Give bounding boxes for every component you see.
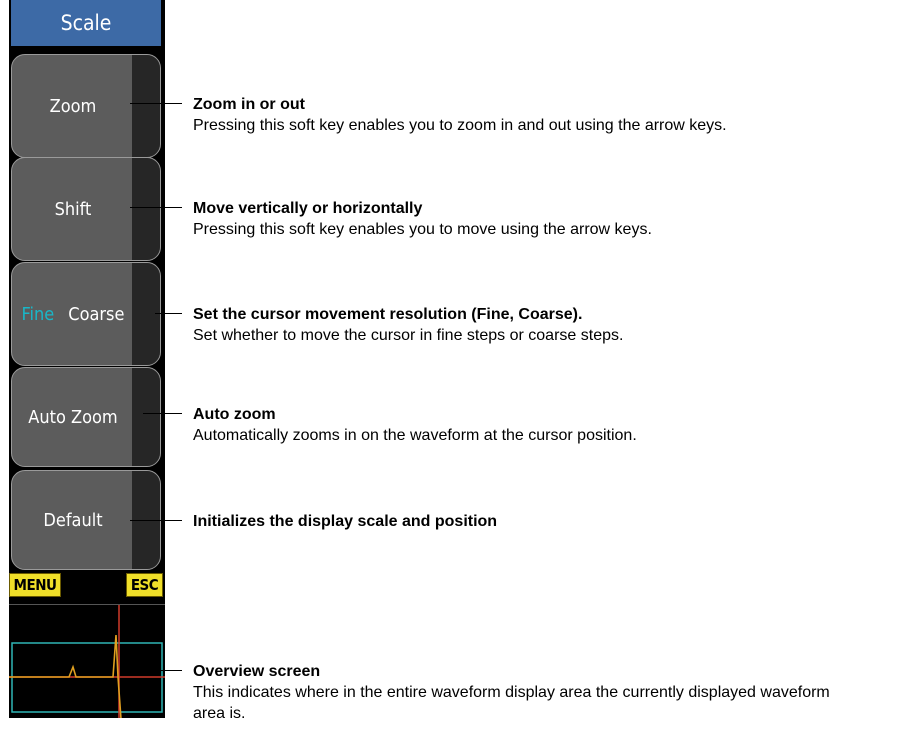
coarse-option: Coarse [68, 303, 125, 325]
menu-title: Scale [11, 0, 161, 46]
auto-zoom-annotation-desc: Automatically zooms in on the waveform a… [193, 427, 637, 444]
key-edge [132, 263, 160, 365]
auto-zoom-annotation: Auto zoom Automatically zooms in on the … [193, 404, 637, 446]
zoom-annotation-desc: Pressing this soft key enables you to zo… [193, 117, 727, 134]
resolution-annotation-title: Set the cursor movement resolution (Fine… [193, 306, 583, 323]
zoom-soft-key[interactable]: Zoom [11, 54, 161, 158]
auto-zoom-key-label: Auto Zoom [28, 406, 118, 428]
esc-button[interactable]: ESC [126, 573, 163, 597]
shift-key-label: Shift [54, 198, 92, 220]
shift-leader-line [130, 207, 182, 208]
overview-annotation-desc: This indicates where in the entire wavef… [193, 684, 830, 722]
resolution-annotation-desc: Set whether to move the cursor in fine s… [193, 327, 624, 344]
shift-soft-key[interactable]: Shift [11, 157, 161, 261]
key-edge [132, 368, 160, 466]
shift-annotation-desc: Pressing this soft key enables you to mo… [193, 221, 652, 238]
auto-zoom-annotation-title: Auto zoom [193, 406, 276, 423]
default-annotation: Initializes the display scale and positi… [193, 511, 497, 532]
overview-graphic [9, 605, 165, 718]
zoom-annotation: Zoom in or out Pressing this soft key en… [193, 94, 727, 136]
resolution-leader-line [155, 313, 182, 314]
shift-annotation: Move vertically or horizontally Pressing… [193, 198, 652, 240]
auto-zoom-soft-key[interactable]: Auto Zoom [11, 367, 161, 467]
default-key-label: Default [43, 509, 103, 531]
fine-coarse-soft-key[interactable]: Fine Coarse [11, 262, 161, 366]
fine-coarse-label: Fine Coarse [22, 304, 125, 325]
overview-annotation-title: Overview screen [193, 663, 321, 680]
shift-annotation-title: Move vertically or horizontally [193, 200, 423, 217]
key-edge [132, 158, 160, 260]
overview-annotation: Overview screen This indicates where in … [193, 661, 833, 724]
zoom-leader-line [130, 103, 182, 104]
fine-option: Fine [21, 303, 55, 325]
auto-zoom-leader-line [143, 413, 182, 414]
zoom-annotation-title: Zoom in or out [193, 96, 305, 113]
overview-leader-line [130, 670, 182, 671]
overview-screen [9, 604, 165, 718]
resolution-annotation: Set the cursor movement resolution (Fine… [193, 304, 623, 346]
default-annotation-title: Initializes the display scale and positi… [193, 513, 498, 530]
key-edge [132, 55, 160, 157]
default-leader-line [130, 520, 182, 521]
zoom-key-label: Zoom [49, 95, 97, 117]
menu-button[interactable]: MENU [9, 573, 61, 597]
